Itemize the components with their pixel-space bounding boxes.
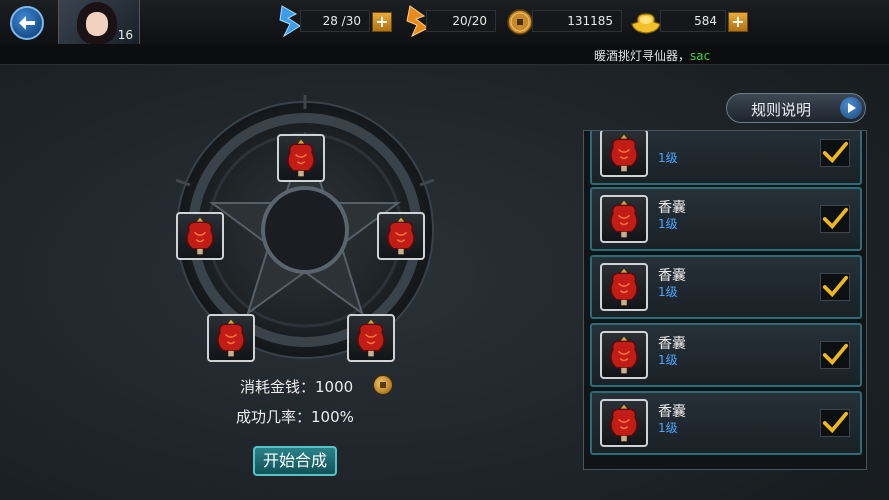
list-item[interactable]: 香囊 1级: [590, 187, 862, 251]
rules-button-label: 规则说明: [751, 101, 812, 119]
add-gold-button[interactable]: +: [728, 12, 748, 32]
coin-icon: [373, 375, 393, 395]
sachet-icon: [610, 336, 638, 374]
item-level: 1级: [658, 151, 678, 165]
coin-icon: [507, 9, 533, 35]
item-level: 1级: [658, 217, 678, 231]
play-arrow-icon: [840, 97, 862, 119]
sachet-icon: [186, 217, 214, 255]
material-slot-bottom-left[interactable]: [207, 314, 255, 362]
sachet-icon: [287, 139, 315, 177]
top-bar: 16 28 /30 + 20/20 131185 584 +: [0, 0, 889, 45]
item-thumbnail: [600, 331, 648, 379]
gold-value: 584: [694, 14, 717, 28]
avatar-level: 16: [117, 28, 133, 42]
item-checkbox[interactable]: [820, 409, 850, 437]
item-level: 1级: [658, 353, 678, 367]
checkmark-icon: [822, 141, 848, 164]
sachet-icon: [610, 134, 638, 172]
start-synthesis-button[interactable]: 开始合成: [253, 446, 337, 476]
item-thumbnail: [600, 131, 648, 177]
item-checkbox[interactable]: [820, 139, 850, 167]
gold-ingot-icon: [631, 13, 661, 34]
item-checkbox[interactable]: [820, 273, 850, 301]
list-item[interactable]: 香囊 1级: [590, 323, 862, 387]
sachet-icon: [387, 217, 415, 255]
ticker-message: 暖酒挑灯寻仙器，: [594, 49, 691, 63]
back-button[interactable]: [10, 6, 44, 40]
announcement-ticker: 暖酒挑灯寻仙器，sac: [0, 44, 889, 65]
success-rate-label: 成功几率：100%: [236, 408, 354, 426]
ticker-text: 暖酒挑灯寻仙器，sac: [594, 47, 710, 64]
material-slot-right[interactable]: [377, 212, 425, 260]
stamina-value: 28 /30: [322, 14, 361, 28]
item-thumbnail: [600, 195, 648, 243]
item-level: 1级: [658, 285, 678, 299]
sachet-icon: [610, 404, 638, 442]
item-checkbox[interactable]: [820, 341, 850, 369]
cost-label: 消耗金钱：1000: [240, 378, 354, 396]
item-name: 香囊: [658, 336, 686, 352]
avatar[interactable]: 16: [58, 0, 140, 44]
sachet-icon: [610, 200, 638, 238]
avatar-face: [86, 12, 108, 36]
item-thumbnail: [600, 263, 648, 311]
item-name: 香囊: [658, 404, 686, 420]
list-item[interactable]: 1级: [590, 131, 862, 185]
ticker-player-name: sac: [690, 49, 711, 63]
coins-field: 131185: [532, 10, 622, 32]
checkmark-icon: [822, 207, 848, 230]
spirit-value: 20/20: [452, 14, 487, 28]
item-level: 1级: [658, 421, 678, 435]
rules-button[interactable]: 规则说明: [726, 93, 866, 123]
checkmark-icon: [822, 411, 848, 434]
stamina-field: 28 /30: [300, 10, 370, 32]
item-name: 香囊: [658, 200, 686, 216]
checkmark-icon: [822, 343, 848, 366]
coins-value: 131185: [567, 14, 613, 28]
list-item[interactable]: 香囊 1级: [590, 255, 862, 319]
add-stamina-button[interactable]: +: [372, 12, 392, 32]
sachet-icon: [357, 319, 385, 357]
item-list[interactable]: 1级 香囊 1级 香囊 1级 香囊 1级 香囊 1级: [583, 130, 867, 470]
material-slot-left[interactable]: [176, 212, 224, 260]
list-item[interactable]: 香囊 1级: [590, 391, 862, 455]
spirit-field: 20/20: [426, 10, 496, 32]
sachet-icon: [217, 319, 245, 357]
gold-field: 584: [660, 10, 726, 32]
material-slot-top[interactable]: [277, 134, 325, 182]
item-thumbnail: [600, 399, 648, 447]
checkmark-icon: [822, 275, 848, 298]
item-name: 香囊: [658, 268, 686, 284]
back-arrow-icon: [19, 16, 35, 30]
material-slot-bottom-right[interactable]: [347, 314, 395, 362]
sachet-icon: [610, 268, 638, 306]
item-checkbox[interactable]: [820, 205, 850, 233]
